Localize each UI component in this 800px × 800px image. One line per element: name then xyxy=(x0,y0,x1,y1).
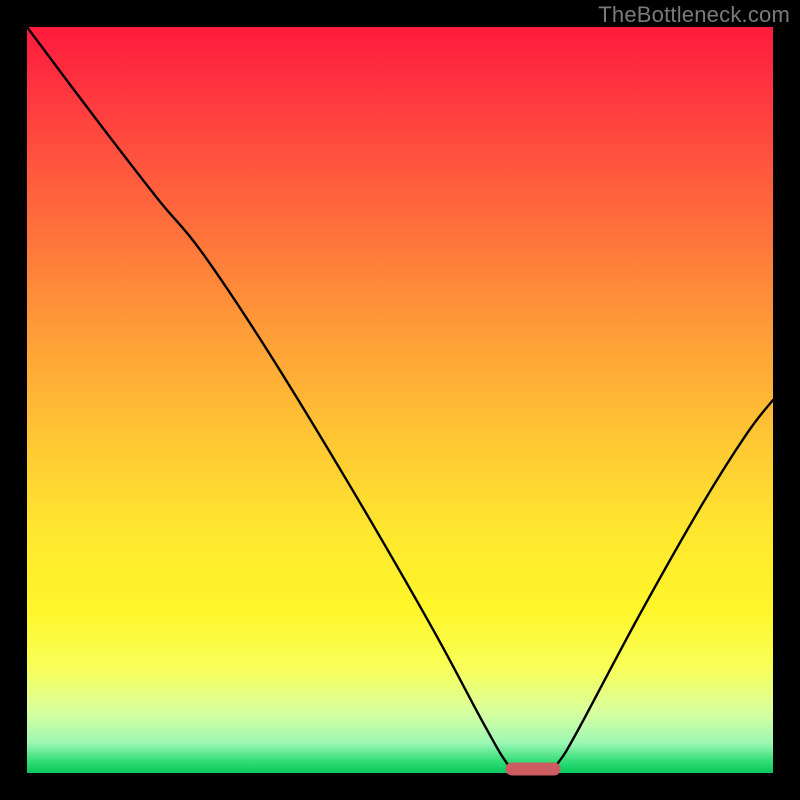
bottleneck-curve xyxy=(27,27,773,769)
optimal-point-marker xyxy=(505,762,560,775)
watermark-text: TheBottleneck.com xyxy=(598,2,790,28)
curve-layer xyxy=(27,27,773,773)
plot-area xyxy=(27,27,773,773)
chart-frame: TheBottleneck.com xyxy=(0,0,800,800)
